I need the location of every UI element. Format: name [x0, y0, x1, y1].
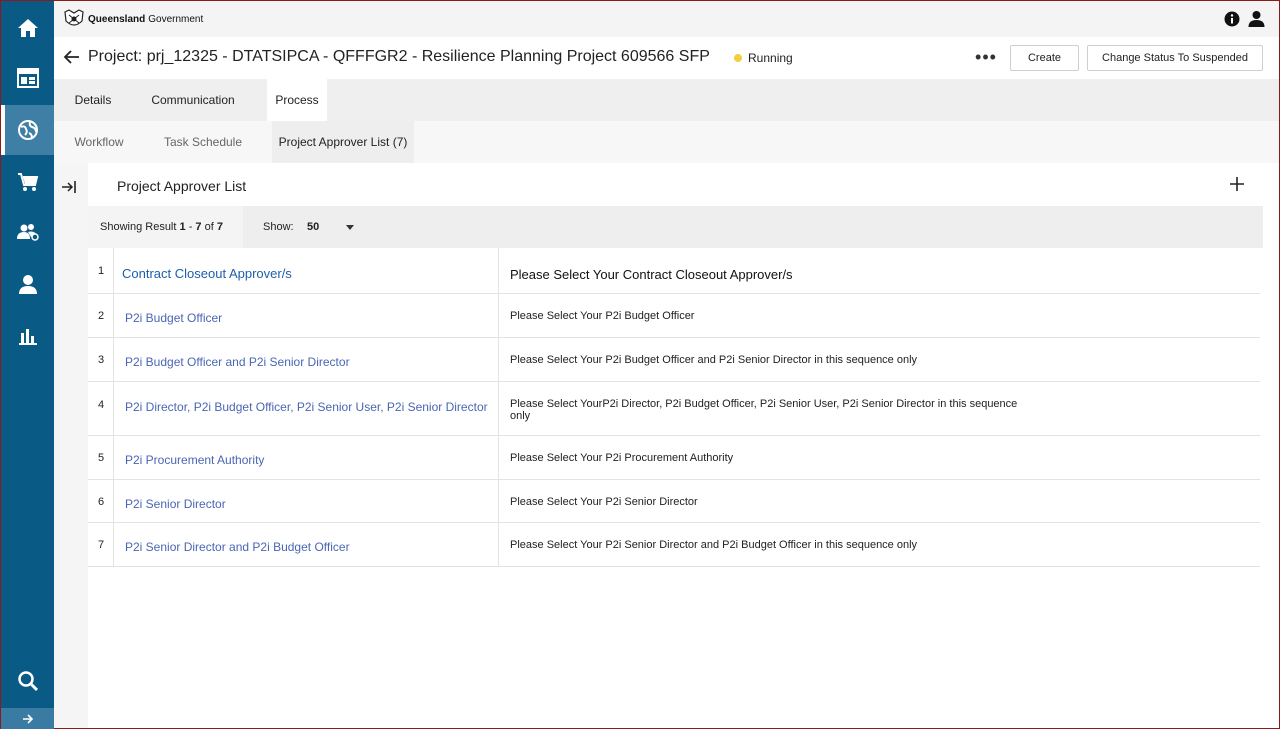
approver-description: Please Select Your P2i Senior Director — [510, 496, 698, 508]
project-header: Project: prj_12325 - DTATSIPCA - QFFFGR2… — [54, 37, 1279, 79]
account-icon[interactable] — [1248, 10, 1265, 27]
tab-communication[interactable]: Communication — [141, 79, 245, 121]
header-icons — [1224, 10, 1265, 27]
sidebar-item-team[interactable] — [1, 207, 54, 257]
project-status: Running — [734, 51, 793, 65]
table-row: 3 P2i Budget Officer and P2i Senior Dire… — [88, 338, 1260, 382]
sidebar-item-reports[interactable] — [1, 311, 54, 361]
user-icon — [18, 275, 37, 294]
approver-name-link[interactable]: P2i Senior Director — [114, 480, 499, 522]
row-number: 7 — [88, 523, 114, 566]
approver-name-link[interactable]: Contract Closeout Approver/s — [114, 248, 499, 293]
gov-brand-bold: Queensland — [88, 13, 146, 25]
approver-description: Please Select Your P2i Budget Officer — [510, 310, 695, 322]
subtab-project-approver-list[interactable]: Project Approver List (7) — [272, 121, 414, 163]
sidebar-item-home[interactable] — [1, 3, 54, 53]
list-toolbar: Showing Result 1 - 7 of 7 Show: 50 — [88, 206, 1263, 248]
result-count-prefix: Showing Result — [100, 221, 177, 233]
tab-process[interactable]: Process — [267, 79, 327, 121]
chevron-down-icon[interactable] — [346, 225, 354, 230]
panel-title: Project Approver List — [117, 178, 247, 194]
approver-name-link[interactable]: P2i Senior Director and P2i Budget Offic… — [114, 523, 499, 566]
sidebar-item-dashboard[interactable] — [1, 53, 54, 103]
back-arrow-icon[interactable] — [63, 48, 81, 66]
change-status-suspended-button[interactable]: Change Status To Suspended — [1087, 45, 1263, 71]
table-row: 4 P2i Director, P2i Budget Officer, P2i … — [88, 382, 1260, 436]
dashboard-icon — [16, 68, 39, 88]
table-row: 7 P2i Senior Director and P2i Budget Off… — [88, 523, 1260, 567]
approver-description-text: Please Select YourP2i Director, P2i Budg… — [510, 398, 1018, 422]
result-total: 7 — [216, 221, 223, 233]
row-number: 3 — [88, 338, 114, 381]
sub-tabs: Workflow Task Schedule Project Approver … — [54, 121, 1279, 163]
sidebar-expand[interactable] — [1, 708, 54, 729]
home-icon — [17, 19, 38, 37]
create-button[interactable]: Create — [1010, 45, 1079, 71]
row-number: 6 — [88, 480, 114, 522]
globe-icon — [17, 120, 38, 140]
arrow-right-icon — [22, 714, 33, 724]
approver-description: Please Select YourP2i Director, P2i Budg… — [499, 382, 1260, 435]
table-row: 1 Contract Closeout Approver/s Please Se… — [88, 248, 1260, 294]
sidebar-search[interactable] — [1, 656, 54, 706]
sidebar-item-user[interactable] — [1, 259, 54, 309]
approver-name-link[interactable]: P2i Budget Officer — [114, 294, 499, 337]
approver-description: Please Select Your P2i Senior Director a… — [510, 539, 918, 551]
subtab-workflow[interactable]: Workflow — [66, 121, 132, 163]
page-size-select[interactable]: 50 — [307, 221, 319, 233]
approver-description: Please Select Your Contract Closeout App… — [510, 267, 793, 282]
info-icon[interactable] — [1224, 11, 1240, 27]
collapse-panel-icon[interactable] — [61, 179, 77, 195]
status-label: Running — [748, 51, 793, 65]
result-from: 1 — [179, 221, 186, 233]
more-options-button[interactable]: ••• — [975, 47, 996, 67]
team-icon — [16, 224, 39, 241]
approver-name-link[interactable]: P2i Budget Officer and P2i Senior Direct… — [114, 338, 499, 381]
add-icon[interactable] — [1230, 177, 1244, 191]
approver-table: 1 Contract Closeout Approver/s Please Se… — [88, 248, 1260, 567]
main-tabs: Details Communication Process — [54, 79, 1279, 121]
status-dot-icon — [734, 54, 742, 62]
approver-name-link[interactable]: P2i Director, P2i Budget Officer, P2i Se… — [114, 382, 499, 435]
government-logo[interactable]: Queensland Government — [63, 9, 203, 29]
result-to: 7 — [195, 221, 202, 233]
panel-gutter — [54, 163, 88, 728]
page-size-label: Show: — [263, 221, 294, 233]
tab-details[interactable]: Details — [62, 79, 124, 121]
chart-icon — [18, 329, 37, 345]
sidebar-item-projects[interactable] — [1, 105, 54, 155]
table-row: 5 P2i Procurement Authority Please Selec… — [88, 436, 1260, 480]
result-of: of — [204, 221, 214, 233]
table-row: 2 P2i Budget Officer Please Select Your … — [88, 294, 1260, 338]
approver-description: Please Select Your P2i Budget Officer an… — [510, 354, 918, 366]
approver-description: Please Select Your P2i Procurement Autho… — [510, 452, 734, 464]
approver-name-link[interactable]: P2i Procurement Authority — [114, 436, 499, 479]
row-number: 4 — [88, 382, 114, 435]
approver-list-panel: Project Approver List Showing Result 1 -… — [88, 163, 1279, 728]
row-number: 5 — [88, 436, 114, 479]
search-icon — [17, 671, 38, 692]
government-header: Queensland Government — [54, 1, 1279, 37]
sidebar — [1, 1, 54, 729]
result-dash: - — [188, 221, 193, 233]
row-number: 2 — [88, 294, 114, 337]
gov-brand: Government — [148, 13, 204, 25]
row-number: 1 — [88, 248, 114, 293]
sidebar-item-cart[interactable] — [1, 157, 54, 207]
result-count: Showing Result 1 - 7 of 7 — [88, 206, 243, 248]
project-title: Project: prj_12325 - DTATSIPCA - QFFFGR2… — [88, 48, 710, 65]
crest-icon — [64, 9, 84, 26]
table-row: 6 P2i Senior Director Please Select Your… — [88, 480, 1260, 523]
subtab-task-schedule[interactable]: Task Schedule — [156, 121, 250, 163]
cart-icon — [17, 173, 38, 191]
